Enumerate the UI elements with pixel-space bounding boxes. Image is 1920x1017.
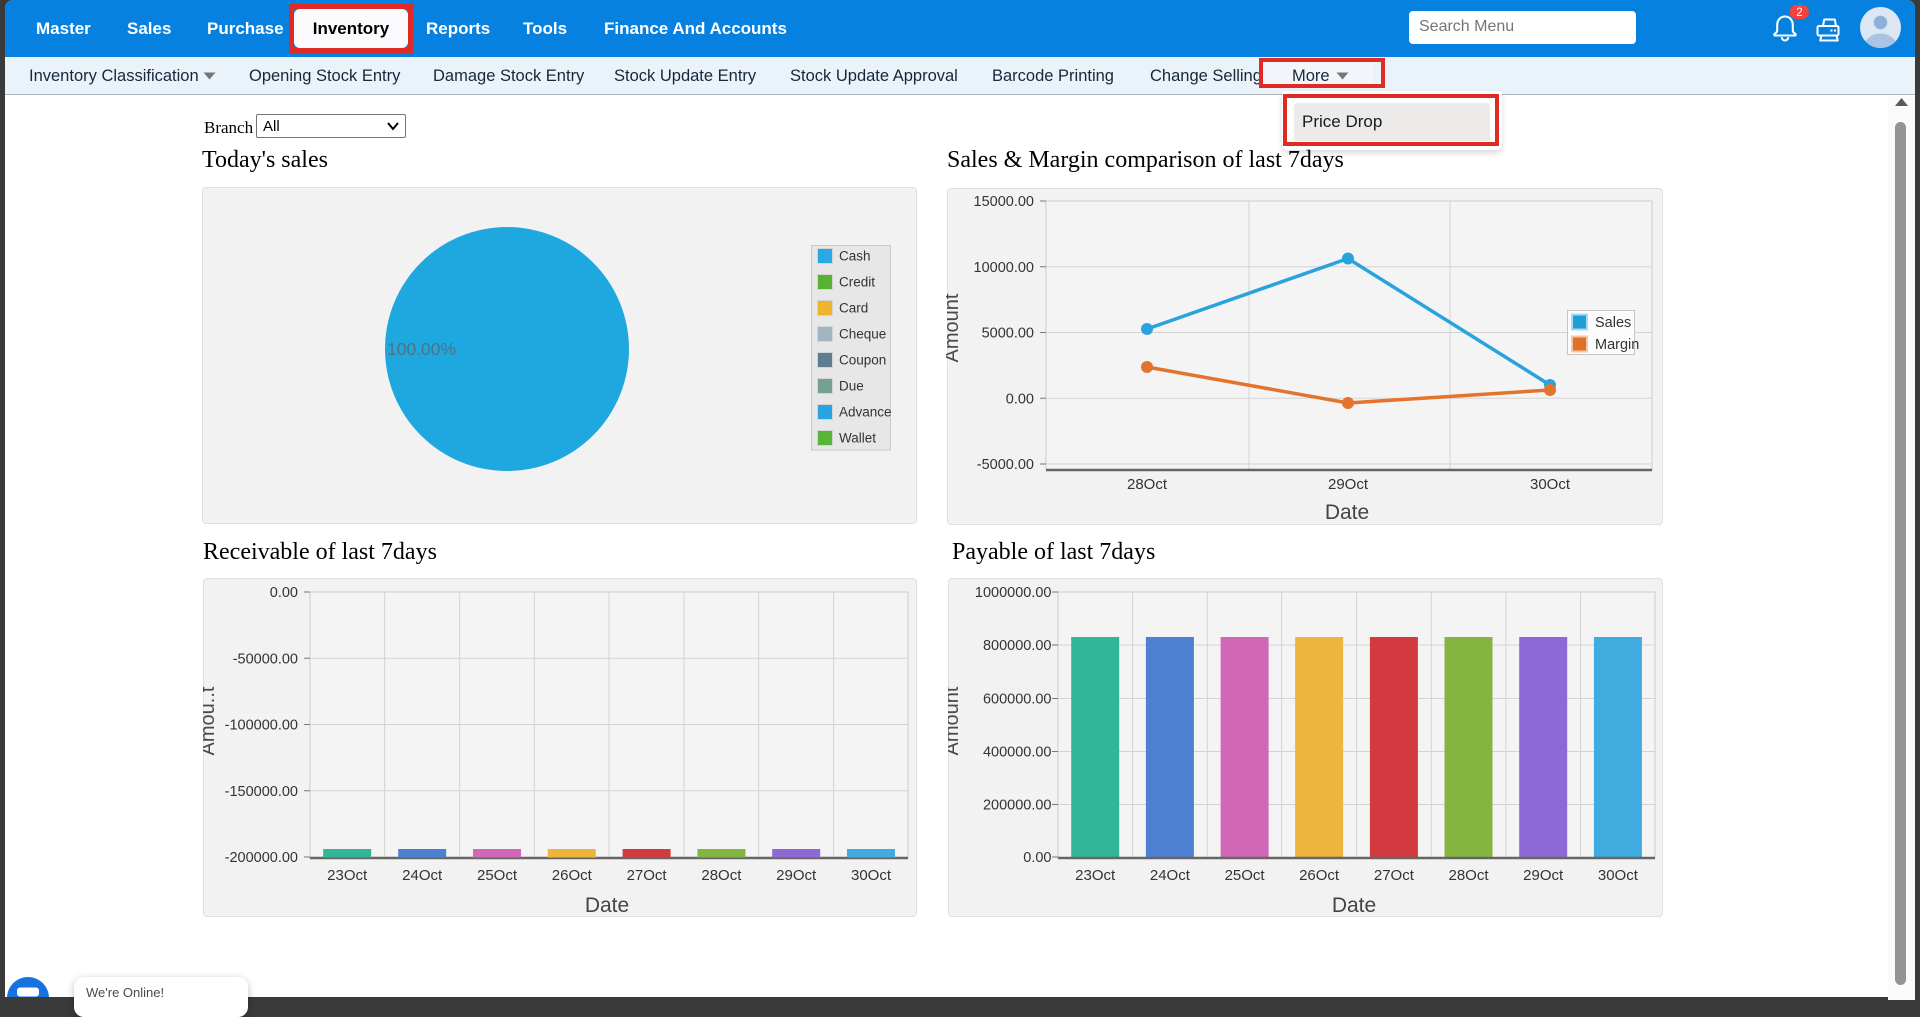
svg-text:Advance: Advance	[839, 405, 892, 420]
svg-text:0.00: 0.00	[270, 585, 298, 601]
svg-text:25Oct: 25Oct	[1225, 867, 1266, 884]
svg-text:Amou..t: Amou..t	[203, 686, 219, 755]
svg-text:100.00%: 100.00%	[387, 339, 456, 359]
svg-text:Date: Date	[1332, 894, 1376, 917]
svg-text:5000.00: 5000.00	[982, 326, 1034, 342]
svg-text:28Oct: 28Oct	[701, 867, 742, 884]
svg-text:Cheque: Cheque	[839, 327, 886, 342]
svg-text:Sales: Sales	[1595, 315, 1631, 331]
svg-text:30Oct: 30Oct	[1530, 476, 1571, 493]
svg-text:24Oct: 24Oct	[1150, 867, 1191, 884]
svg-text:24Oct: 24Oct	[402, 867, 443, 884]
svg-text:Credit: Credit	[839, 275, 875, 290]
svg-text:0.00: 0.00	[1006, 391, 1034, 407]
svg-text:-50000.00: -50000.00	[233, 651, 298, 667]
svg-text:30Oct: 30Oct	[851, 867, 892, 884]
svg-text:29Oct: 29Oct	[776, 867, 817, 884]
svg-text:Due: Due	[839, 379, 864, 394]
svg-text:0.00: 0.00	[1023, 850, 1051, 866]
svg-text:23Oct: 23Oct	[1075, 867, 1116, 884]
svg-text:Amount: Amount	[946, 293, 963, 362]
svg-text:Coupon: Coupon	[839, 353, 886, 368]
svg-text:29Oct: 29Oct	[1523, 867, 1564, 884]
svg-text:800000.00: 800000.00	[983, 638, 1052, 654]
svg-text:25Oct: 25Oct	[477, 867, 518, 884]
svg-text:Date: Date	[585, 894, 629, 917]
svg-text:Amount: Amount	[948, 686, 963, 755]
svg-text:23Oct: 23Oct	[327, 867, 368, 884]
svg-text:-200000.00: -200000.00	[225, 850, 298, 866]
svg-text:1000000.00: 1000000.00	[975, 585, 1052, 601]
svg-text:-100000.00: -100000.00	[225, 718, 298, 734]
svg-text:200000.00: 200000.00	[983, 798, 1052, 814]
svg-text:600000.00: 600000.00	[983, 692, 1052, 708]
svg-text:-5000.00: -5000.00	[977, 457, 1034, 473]
svg-text:30Oct: 30Oct	[1598, 867, 1639, 884]
svg-text:27Oct: 27Oct	[1374, 867, 1415, 884]
svg-text:26Oct: 26Oct	[1299, 867, 1340, 884]
svg-text:26Oct: 26Oct	[552, 867, 593, 884]
svg-text:Cash: Cash	[839, 249, 871, 264]
svg-text:10000.00: 10000.00	[974, 260, 1034, 276]
svg-text:15000.00: 15000.00	[974, 194, 1034, 210]
svg-text:Date: Date	[1325, 501, 1369, 523]
svg-text:-150000.00: -150000.00	[225, 784, 298, 800]
svg-text:27Oct: 27Oct	[627, 867, 668, 884]
svg-text:2: 2	[1796, 7, 1802, 19]
svg-text:29Oct: 29Oct	[1328, 476, 1369, 493]
svg-text:Wallet: Wallet	[839, 431, 876, 446]
svg-text:400000.00: 400000.00	[983, 745, 1052, 761]
svg-text:28Oct: 28Oct	[1127, 476, 1168, 493]
svg-text:28Oct: 28Oct	[1448, 867, 1489, 884]
svg-text:Margin: Margin	[1595, 337, 1639, 353]
svg-text:Card: Card	[839, 301, 868, 316]
